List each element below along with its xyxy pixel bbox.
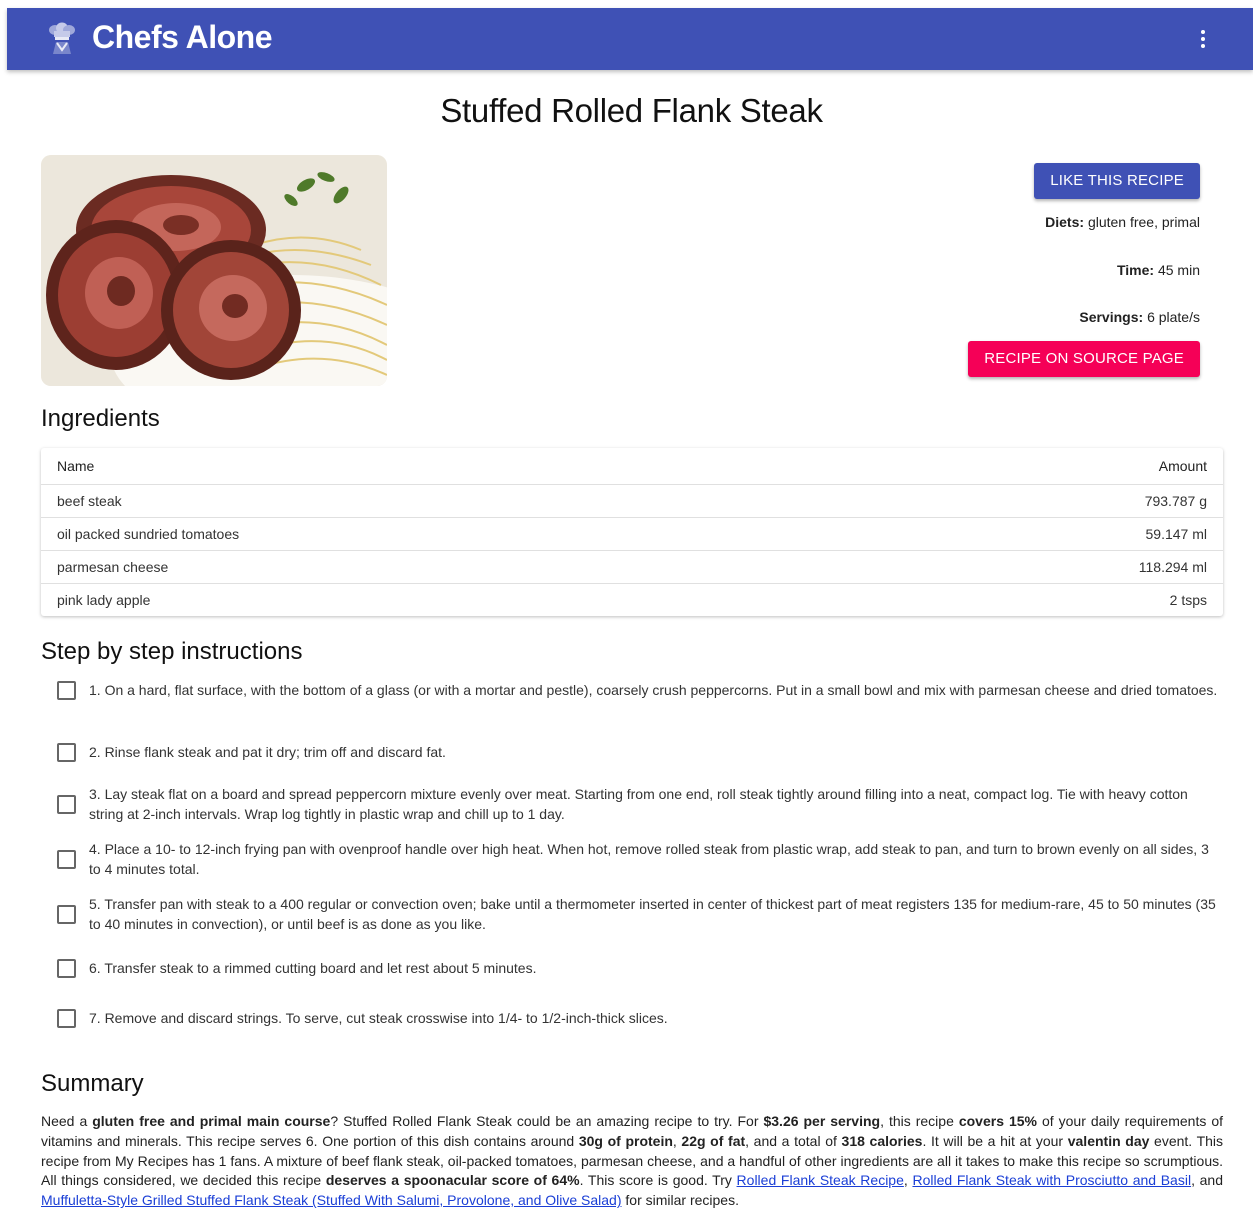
ingredient-amount: 59.147 ml [846,517,1223,551]
ingredient-name: oil packed sundried tomatoes [41,517,847,551]
summary-segment: , and a total of [745,1132,842,1149]
summary-highlight: $3.26 per serving [763,1113,881,1129]
step-item: 7. Remove and discard strings. To serve,… [41,1008,1221,1028]
step-checkbox[interactable] [57,904,76,924]
instructions-heading: Step by step instructions [41,638,303,665]
similar-recipe-link[interactable]: Rolled Flank Steak Recipe [737,1172,904,1188]
step-item: 5. Transfer pan with steak to a 400 regu… [41,894,1221,934]
step-text: 6. Transfer steak to a rimmed cutting bo… [89,960,537,976]
chef-hat-icon [49,22,75,54]
step-item: 4. Place a 10- to 12-inch frying pan wit… [41,839,1221,879]
summary-highlight: covers 15% [958,1113,1037,1129]
app-bar: Chefs Alone [7,8,1253,70]
more-vert-icon[interactable] [1191,24,1215,54]
step-checkbox[interactable] [57,1008,76,1028]
summary-highlight: gluten free and primal main course [92,1113,331,1129]
diets-line: Diets: gluten free, primal [1045,214,1200,230]
step-checkbox[interactable] [57,958,76,978]
ingredient-name: pink lady apple [57,592,151,608]
servings-value: 6 plate/s [1147,309,1200,325]
diets-label: Diets: [1045,214,1085,230]
step-item: 6. Transfer steak to a rimmed cutting bo… [41,958,1221,978]
step-checkbox[interactable] [57,794,76,814]
ingredients-table: Name Amount beef steak 793.787 g oil pac… [41,448,1223,616]
summary-segment: , and [1191,1172,1223,1189]
time-label: Time: [1116,262,1155,278]
servings-label: Servings: [1079,309,1144,325]
app-title[interactable]: Chefs Alone [92,19,273,56]
step-checkbox[interactable] [57,849,76,869]
like-recipe-button[interactable]: LIKE THIS RECIPE [1034,163,1200,199]
summary-heading: Summary [41,1070,144,1097]
column-header-name: Name [41,448,847,485]
summary-highlight: 22g of fat [681,1132,746,1149]
summary-segment: Need a [41,1113,93,1129]
table-row: oil packed sundried tomatoes 59.147 ml [41,517,1223,551]
ingredient-amount: 118.294 ml [846,550,1223,584]
source-page-button[interactable]: RECIPE ON SOURCE PAGE [968,341,1200,377]
summary-highlight: valentin day [1067,1132,1150,1149]
summary-segment: ? Stuffed Rolled Flank Steak could be an… [330,1113,764,1129]
summary-segment: . It will be a hit at your [922,1132,1068,1149]
recipe-photo [41,155,387,386]
summary-highlight: 30g of protein [578,1132,673,1149]
ingredient-name: parmesan cheese [41,550,847,584]
ingredient-amount: 2 tsps [1169,592,1207,608]
similar-recipe-link[interactable]: Rolled Flank Steak with Prosciutto and B… [912,1172,1191,1188]
time-value: 45 min [1157,262,1200,278]
step-text: 1. On a hard, flat surface, with the bot… [89,682,1218,698]
table-row: pink lady apple 2 tsps [41,584,1223,617]
step-text: 3. Lay steak flat on a board and spread … [89,786,1188,822]
summary-segment: for similar recipes. [621,1192,739,1209]
recipe-title: Stuffed Rolled Flank Steak [440,92,823,129]
column-header-amount: Amount [846,448,1223,485]
table-header-row: Name Amount [41,448,1223,485]
ingredients-heading: Ingredients [41,405,160,432]
summary-segment: . This score is good. Try [579,1172,737,1189]
ingredient-amount: 793.787 g [846,484,1223,518]
recipe-image [41,155,387,386]
step-item: 1. On a hard, flat surface, with the bot… [41,680,1221,700]
summary-highlight: 318 calories [841,1132,923,1149]
step-text: 7. Remove and discard strings. To serve,… [89,1010,668,1026]
summary-highlight: deserves a spoonacular score of 64% [325,1172,580,1189]
step-text: 2. Rinse flank steak and pat it dry; tri… [89,744,446,760]
step-item: 3. Lay steak flat on a board and spread … [41,784,1221,824]
time-line: Time: 45 min [1117,262,1200,278]
diets-value: gluten free, primal [1087,214,1200,230]
summary-segment: , this recipe [880,1113,959,1129]
step-text: 5. Transfer pan with steak to a 400 regu… [89,896,1216,932]
step-checkbox[interactable] [57,680,76,700]
step-checkbox[interactable] [57,742,76,762]
similar-recipe-link[interactable]: Muffuletta-Style Grilled Stuffed Flank S… [41,1192,622,1208]
table-row: parmesan cheese 118.294 ml [41,550,1223,584]
step-item: 2. Rinse flank steak and pat it dry; tri… [41,742,1221,762]
summary-text: Need a gluten free and primal main cours… [41,1112,1223,1211]
table-row: beef steak 793.787 g [41,484,1223,518]
ingredient-name: beef steak [41,484,847,518]
step-text: 4. Place a 10- to 12-inch frying pan wit… [89,841,1209,877]
servings-line: Servings: 6 plate/s [1079,309,1200,325]
